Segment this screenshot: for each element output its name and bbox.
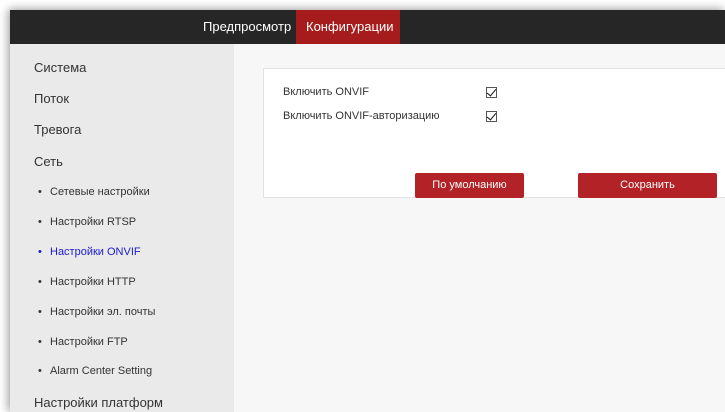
sidebar-subitem-label: Alarm Center Setting xyxy=(50,365,153,377)
sidebar-subitem-label: Сетевые настройки xyxy=(50,186,150,198)
sidebar-subitem-email[interactable]: • Настройки эл. почты xyxy=(38,306,155,318)
sidebar-subitem-label: Настройки FTP xyxy=(50,336,128,348)
sidebar-item-platform-settings[interactable]: Настройки платформ xyxy=(34,395,163,410)
bullet: • xyxy=(38,186,42,198)
enable-onvif-auth-checkbox[interactable] xyxy=(486,111,497,122)
sidebar-subitem-http[interactable]: • Настройки HTTP xyxy=(38,276,136,288)
sidebar-subitem-label: Настройки ONVIF xyxy=(50,246,141,258)
sidebar-subitem-rtsp[interactable]: • Настройки RTSP xyxy=(38,216,136,228)
sidebar-item-network[interactable]: Сеть xyxy=(34,154,63,169)
bullet: • xyxy=(38,336,42,348)
default-button[interactable]: По умолчанию xyxy=(415,173,524,198)
bullet: • xyxy=(38,276,42,288)
sidebar-subitem-alarm-center[interactable]: • Alarm Center Setting xyxy=(38,365,152,377)
bullet: • xyxy=(38,365,42,377)
save-button[interactable]: Сохранить xyxy=(578,173,717,198)
sidebar-item-stream[interactable]: Поток xyxy=(34,91,69,106)
enable-onvif-auth-label: Включить ONVIF-авторизацию xyxy=(283,110,440,122)
bullet: • xyxy=(38,246,42,258)
sidebar: Система Поток Тревога Сеть • Сетевые наст… xyxy=(10,44,234,412)
enable-onvif-checkbox[interactable] xyxy=(486,87,497,98)
enable-onvif-label: Включить ONVIF xyxy=(283,86,370,98)
app-window: Предпросмотр Конфигурации Система Поток … xyxy=(10,10,725,412)
sidebar-subitem-label: Настройки HTTP xyxy=(50,276,136,288)
sidebar-subitem-network-settings[interactable]: • Сетевые настройки xyxy=(38,186,150,198)
sidebar-subitem-label: Настройки эл. почты xyxy=(50,306,156,318)
onvif-settings-panel: Включить ONVIF Включить ONVIF-авторизаци… xyxy=(263,68,725,198)
bullet: • xyxy=(38,306,42,318)
sidebar-item-alarm[interactable]: Тревога xyxy=(34,122,81,137)
top-navigation-bar: Предпросмотр Конфигурации xyxy=(10,10,725,44)
tab-preview[interactable]: Предпросмотр xyxy=(193,10,296,44)
sidebar-subitem-ftp[interactable]: • Настройки FTP xyxy=(38,336,128,348)
bullet: • xyxy=(38,216,42,228)
sidebar-subitem-onvif[interactable]: • Настройки ONVIF xyxy=(38,246,141,258)
sidebar-subitem-label: Настройки RTSP xyxy=(50,216,137,228)
tab-configuration[interactable]: Конфигурации xyxy=(296,10,400,44)
sidebar-item-system[interactable]: Система xyxy=(34,60,86,75)
